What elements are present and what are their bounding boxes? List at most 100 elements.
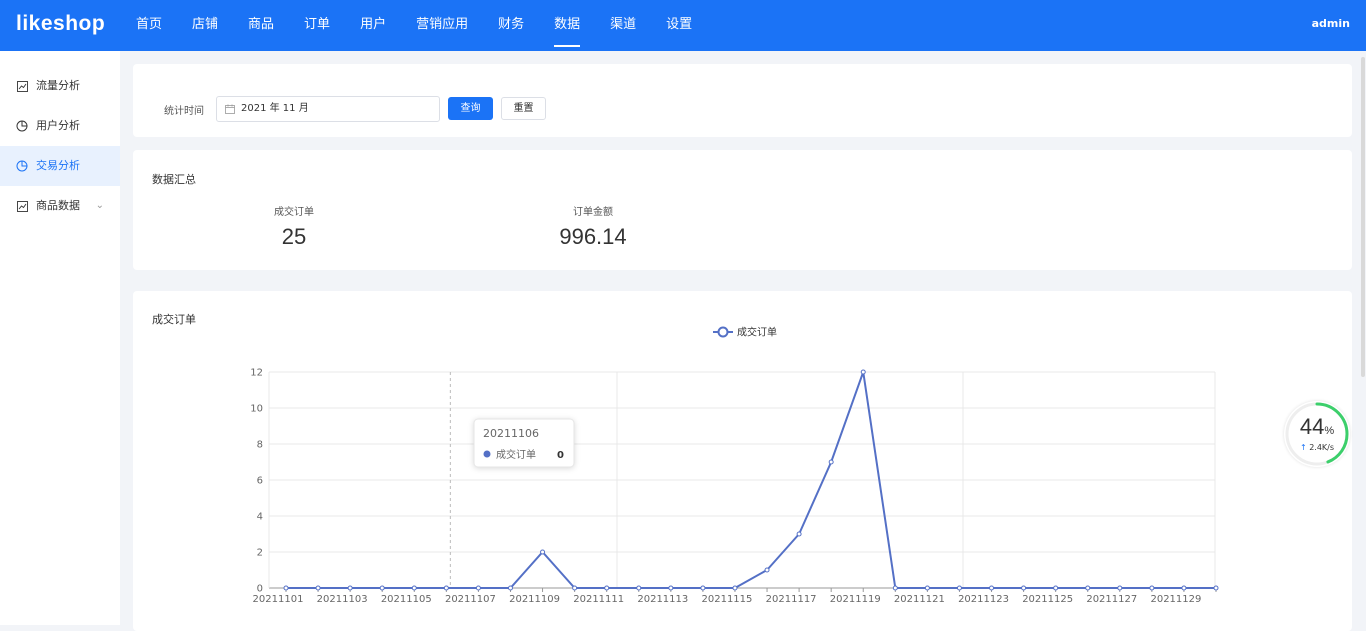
tooltip-marker [483, 450, 491, 458]
nav-item[interactable]: 设置 [654, 0, 704, 51]
nav-item[interactable]: 用户 [348, 0, 398, 51]
x-tick-label: 20211113 [637, 594, 688, 605]
x-tick-label: 20211119 [830, 594, 881, 605]
data-point[interactable] [764, 567, 770, 573]
sidebar-item-label: 商品数据 [36, 199, 80, 212]
data-point[interactable] [700, 585, 706, 591]
stat-value: 25 [281, 224, 307, 249]
nav-item[interactable]: 渠道 [598, 0, 648, 51]
network-monitor-widget[interactable]: 44% ↑ 2.4K/s [1284, 401, 1350, 467]
data-point[interactable] [572, 585, 578, 591]
summary-title: 数据汇总 [152, 173, 196, 186]
stat-orders: 成交订单 25 [254, 203, 334, 250]
pie-chart-icon [16, 120, 28, 132]
tooltip-date: 20211106 [483, 427, 539, 440]
x-tick-label: 20211127 [1086, 594, 1137, 605]
sidebar-item-label: 交易分析 [36, 159, 80, 172]
data-point[interactable] [989, 585, 995, 591]
data-point[interactable] [540, 549, 546, 555]
user-menu[interactable]: admin [1312, 17, 1350, 30]
x-tick-label: 20211103 [317, 594, 368, 605]
filter-label: 统计时间 [164, 106, 204, 117]
legend-marker [717, 326, 729, 338]
data-point[interactable] [1053, 585, 1059, 591]
data-point[interactable] [475, 585, 481, 591]
x-tick-label: 20211125 [1022, 594, 1073, 605]
legend-label: 成交订单 [737, 326, 777, 339]
tooltip-value: 0 [557, 450, 564, 461]
data-point[interactable] [1085, 585, 1091, 591]
page-scrollbar[interactable] [1360, 51, 1366, 625]
data-point[interactable] [604, 585, 610, 591]
month-picker[interactable]: 2021 年 11 月 [216, 96, 440, 122]
data-point[interactable] [411, 585, 417, 591]
nav-item[interactable]: 店铺 [180, 0, 230, 51]
nav-item[interactable]: 首页 [124, 0, 174, 51]
data-point[interactable] [668, 585, 674, 591]
data-point[interactable] [283, 585, 289, 591]
y-tick-label: 0 [257, 584, 263, 595]
x-tick-label: 20211105 [381, 594, 432, 605]
data-point[interactable] [732, 585, 738, 591]
nav-item[interactable]: 商品 [236, 0, 286, 51]
stat-label: 订单金额 [573, 207, 613, 218]
data-point[interactable] [379, 585, 385, 591]
query-button[interactable]: 查询 [448, 97, 493, 120]
month-picker-value: 2021 年 11 月 [241, 103, 309, 114]
nav-item[interactable]: 数据 [542, 0, 592, 51]
scrollbar-thumb[interactable] [1361, 57, 1365, 377]
arrow-up-icon: ↑ [1299, 443, 1310, 452]
stat-value: 996.14 [559, 224, 627, 249]
data-point[interactable] [1181, 585, 1187, 591]
data-point[interactable] [1149, 585, 1155, 591]
main-nav: 首页 店铺 商品 订单 用户 营销应用 财务 数据 渠道 设置 [124, 0, 710, 51]
monitor-percent: 44% [1299, 414, 1335, 439]
x-tick-label: 20211109 [509, 594, 560, 605]
x-tick-label: 20211111 [573, 594, 624, 605]
data-point[interactable] [1021, 585, 1027, 591]
chevron-down-icon: ⌄ [95, 200, 104, 211]
x-tick-label: 20211107 [445, 594, 496, 605]
data-point[interactable] [507, 585, 513, 591]
nav-item[interactable]: 营销应用 [404, 0, 480, 51]
orders-line-chart[interactable]: 0 2 4 6 8 10 12 20211101 20211103 20211105 2021110… [133, 291, 1352, 631]
sidebar-item[interactable]: 交易分析 [0, 146, 120, 186]
data-point[interactable] [956, 585, 962, 591]
x-tick-label: 20211101 [253, 594, 304, 605]
x-tick-label: 20211129 [1150, 594, 1201, 605]
data-point[interactable] [315, 585, 321, 591]
data-point[interactable] [347, 585, 353, 591]
data-point[interactable] [892, 585, 898, 591]
data-point[interactable] [860, 369, 866, 375]
pie-chart-icon [16, 160, 28, 172]
data-point[interactable] [636, 585, 642, 591]
calendar-icon [225, 104, 235, 114]
stat-amount: 订单金额 996.14 [543, 203, 643, 250]
monitor-speed: ↑ 2.4K/s [1299, 443, 1335, 452]
data-point[interactable] [924, 585, 930, 591]
summary-card: 数据汇总 成交订单 25 订单金额 996.14 [133, 150, 1352, 270]
line-chart-icon [16, 200, 28, 212]
logo[interactable]: likeshop [16, 12, 105, 36]
sidebar-item-label: 用户分析 [36, 119, 80, 132]
sidebar-item[interactable]: 流量分析 [0, 66, 120, 106]
sidebar: 流量分析用户分析交易分析商品数据 ⌄ [0, 51, 120, 625]
data-point[interactable] [443, 585, 449, 591]
chart-card: 成交订单 0 2 4 6 8 10 12 20211101 20211103 20211105 20… [133, 291, 1352, 631]
x-tick-label: 20211121 [894, 594, 945, 605]
sidebar-item-label: 流量分析 [36, 79, 80, 92]
reset-button[interactable]: 重置 [501, 97, 546, 120]
data-point[interactable] [796, 531, 802, 537]
nav-item[interactable]: 财务 [486, 0, 536, 51]
stat-label: 成交订单 [274, 207, 314, 218]
top-navbar: likeshop 首页 店铺 商品 订单 用户 营销应用 财务 数据 渠道 设置 admin [0, 0, 1366, 51]
x-tick-label: 20211115 [702, 594, 753, 605]
y-tick-label: 6 [257, 476, 263, 487]
sidebar-item[interactable]: 商品数据 ⌄ [0, 186, 120, 226]
sidebar-item[interactable]: 用户分析 [0, 106, 120, 146]
data-point[interactable] [1117, 585, 1123, 591]
data-point[interactable] [828, 459, 834, 465]
x-tick-label: 20211123 [958, 594, 1009, 605]
nav-item[interactable]: 订单 [292, 0, 342, 51]
data-point[interactable] [1213, 585, 1219, 591]
